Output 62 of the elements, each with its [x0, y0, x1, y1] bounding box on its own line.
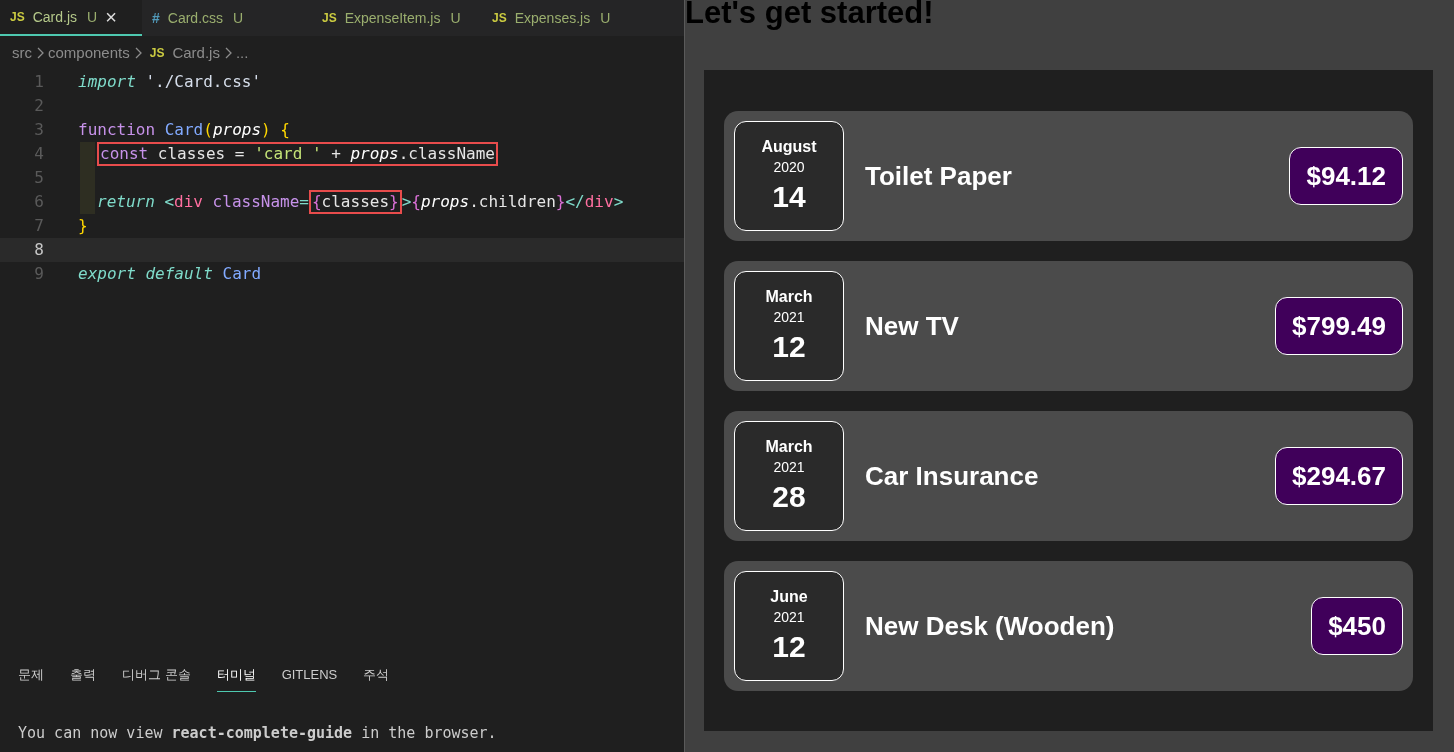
- js-file-icon: JS: [10, 8, 25, 26]
- code-text: import './Card.css': [78, 71, 262, 93]
- panel-tab[interactable]: 디버그 콘솔: [122, 665, 191, 692]
- date-day: 12: [772, 629, 806, 665]
- line-number: 4: [33, 143, 44, 165]
- breadcrumb-item[interactable]: ...: [235, 41, 249, 65]
- panel-tab[interactable]: GITLENS: [281, 665, 338, 692]
- highlighted-code: {classes}: [308, 190, 402, 214]
- line-number: 7: [33, 215, 44, 237]
- chevron-icon: [133, 47, 142, 59]
- expense-title: Toilet Paper: [865, 159, 1013, 193]
- expense-amount: $294.67: [1275, 447, 1403, 505]
- date-day: 28: [772, 479, 806, 515]
- panel-tab[interactable]: 주석: [363, 665, 390, 692]
- expense-title: New Desk (Wooden): [865, 609, 1116, 643]
- date-year: 2021: [773, 608, 805, 627]
- date-day: 12: [772, 329, 806, 365]
- expense-title: Car Insurance: [865, 459, 1040, 493]
- date-month: March: [765, 287, 813, 307]
- expense-title: New TV: [865, 309, 960, 343]
- code-text: >{props.children}</div>: [401, 191, 624, 213]
- code-text: return <div className=: [97, 191, 309, 213]
- line-number: 9: [33, 263, 44, 285]
- line-number: 1: [33, 71, 44, 93]
- code-text: }: [78, 215, 88, 237]
- js-file-icon: JS: [322, 9, 337, 27]
- date-year: 2021: [773, 458, 805, 477]
- date-month: August: [761, 137, 817, 157]
- code-text: export default Card: [78, 263, 262, 285]
- chevron-icon: [223, 47, 232, 59]
- js-file-icon: JS: [149, 44, 165, 62]
- css-file-icon: #: [152, 7, 160, 29]
- date-year: 2020: [773, 158, 805, 177]
- panel-tab[interactable]: 문제: [18, 665, 44, 692]
- chevron-icon: [36, 47, 44, 59]
- date-month: March: [765, 437, 813, 457]
- status-letter: U: [233, 8, 244, 28]
- breadcrumb-item[interactable]: Card.js: [172, 41, 220, 65]
- expense-amount: $450: [1311, 597, 1403, 655]
- breadcrumb-item[interactable]: src: [12, 41, 32, 65]
- highlighted-code: const classes = 'card ' + props.className: [97, 142, 498, 166]
- line-number: 8: [33, 239, 44, 261]
- line-number: 2: [33, 95, 44, 117]
- status-letter: U: [600, 8, 611, 28]
- panel-tab[interactable]: 터미널: [216, 665, 256, 692]
- date-day: 14: [772, 179, 806, 215]
- line-number: 6: [33, 191, 44, 213]
- code-text: function Card(props) {: [78, 119, 290, 141]
- expense-amount: $799.49: [1275, 297, 1403, 355]
- status-letter: U: [450, 8, 461, 28]
- status-letter: U: [87, 7, 98, 27]
- close-icon[interactable]: ×: [105, 7, 117, 27]
- line-number: 3: [33, 119, 44, 141]
- js-file-icon: JS: [492, 9, 507, 27]
- breadcrumb-item[interactable]: components: [48, 41, 130, 65]
- line-number: 5: [33, 167, 44, 189]
- terminal-output: You can now view react-complete-guide in the browser.: [17, 722, 498, 744]
- date-month: June: [770, 587, 808, 607]
- expense-amount: $94.12: [1289, 147, 1403, 205]
- editor-tab[interactable]: JS Card.js U ×: [0, 0, 142, 36]
- panel-tab[interactable]: 출력: [70, 665, 96, 692]
- date-year: 2021: [773, 308, 805, 327]
